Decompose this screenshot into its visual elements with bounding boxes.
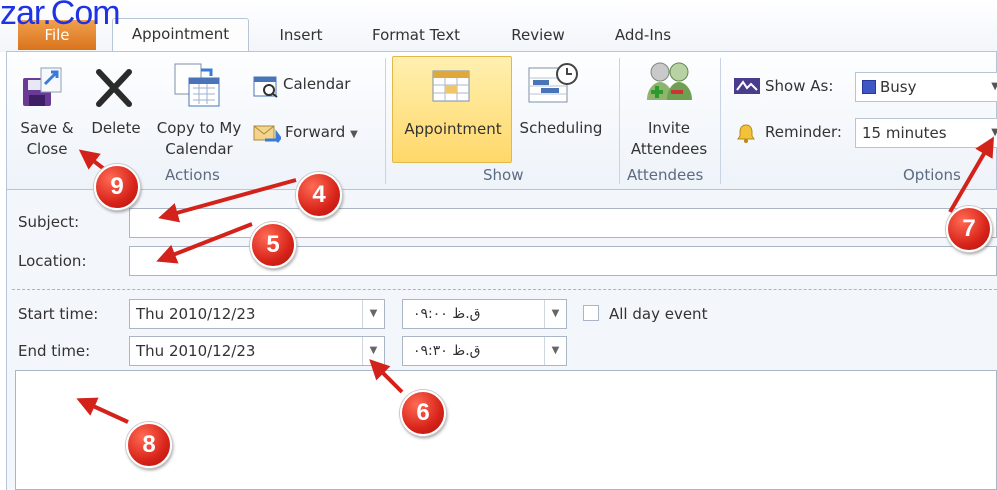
annotation-badge-8: 8: [126, 422, 172, 468]
start-date-value: Thu 2010/12/23: [136, 305, 256, 323]
form-divider: [12, 289, 997, 290]
tab-appointment[interactable]: Appointment: [112, 18, 249, 52]
tab-format-text[interactable]: Format Text: [360, 20, 472, 50]
ribbon-tab-bar: File Appointment Insert Format Text Revi…: [0, 0, 997, 52]
scheduling-button[interactable]: Scheduling: [511, 118, 611, 139]
annotation-badge-9: 9: [94, 164, 140, 210]
show-as-value: Busy: [880, 78, 917, 96]
annotation-badge-4: 4: [296, 172, 342, 218]
annotation-badge-5: 5: [250, 222, 296, 268]
appointment-view-button[interactable]: Appointment: [392, 56, 512, 163]
chevron-down-icon[interactable]: ▼: [544, 337, 566, 365]
watermark-text: zar.Com: [0, 0, 121, 32]
end-time-picker[interactable]: ۰۹:۳۰ ق.ظ ▼: [402, 336, 567, 366]
start-time-value: ۰۹:۰۰ ق.ظ: [413, 306, 481, 322]
show-as-label: Show As:: [765, 77, 834, 95]
save-close-icon: [19, 64, 67, 116]
invite-attendees-button[interactable]: Invite Attendees: [619, 118, 719, 160]
tab-review[interactable]: Review: [500, 20, 576, 50]
group-label-actions: Actions: [165, 166, 220, 184]
invite-attendees-icon: [643, 58, 697, 114]
forward-button[interactable]: Forward ▼: [285, 122, 375, 145]
chevron-down-icon[interactable]: ▼: [362, 300, 384, 328]
annotation-badge-6: 6: [400, 390, 446, 436]
end-date-picker[interactable]: Thu 2010/12/23 ▼: [129, 336, 385, 366]
start-time-picker[interactable]: ۰۹:۰۰ ق.ظ ▼: [402, 299, 567, 329]
chevron-down-icon[interactable]: ▼: [362, 337, 384, 365]
chevron-down-icon: ▼: [991, 81, 997, 92]
chevron-down-icon: ▼: [991, 127, 997, 138]
ribbon: Save & Close Delete Copy to My Calendar …: [6, 51, 997, 190]
appointment-icon: [431, 67, 473, 109]
outlook-appointment-window: { "watermark": "zar.Com", "tabs": {"file…: [0, 0, 997, 490]
start-date-picker[interactable]: Thu 2010/12/23 ▼: [129, 299, 385, 329]
show-as-select[interactable]: Busy ▼: [855, 72, 997, 102]
delete-icon: [91, 64, 137, 114]
group-label-show: Show: [483, 166, 524, 184]
group-label-options: Options: [903, 166, 961, 184]
end-date-value: Thu 2010/12/23: [136, 342, 256, 360]
bell-icon: [735, 122, 757, 148]
end-time-value: ۰۹:۳۰ ق.ظ: [413, 343, 481, 359]
reminder-select[interactable]: 15 minutes ▼: [855, 118, 997, 148]
forward-label: Forward: [285, 123, 346, 141]
reminder-label: Reminder:: [765, 123, 842, 141]
tab-add-ins[interactable]: Add-Ins: [600, 20, 686, 50]
subject-label: Subject:: [18, 213, 80, 231]
location-label: Location:: [18, 252, 87, 270]
calendar-icon: [253, 74, 279, 102]
copy-calendar-icon: [171, 60, 223, 116]
all-day-checkbox[interactable]: [583, 305, 599, 321]
forward-icon: [253, 120, 282, 150]
chevron-down-icon: ▼: [350, 129, 358, 140]
busy-swatch-icon: [862, 80, 876, 94]
group-label-attendees: Attendees: [627, 166, 704, 184]
scheduling-icon: [527, 60, 579, 114]
calendar-button[interactable]: Calendar: [283, 74, 373, 95]
reminder-value: 15 minutes: [862, 124, 947, 142]
save-close-button[interactable]: Save & Close: [11, 118, 83, 160]
tab-insert[interactable]: Insert: [268, 20, 334, 50]
delete-button[interactable]: Delete: [85, 118, 147, 139]
chevron-down-icon[interactable]: ▼: [544, 300, 566, 328]
start-time-label: Start time:: [18, 305, 99, 323]
show-as-icon: [733, 76, 761, 100]
annotation-badge-7: 7: [946, 206, 992, 252]
appointment-view-label: Appointment: [404, 120, 502, 138]
copy-to-calendar-button[interactable]: Copy to My Calendar: [151, 118, 247, 160]
end-time-label: End time:: [18, 342, 91, 360]
ribbon-separator: [385, 58, 386, 184]
ribbon-separator: [720, 58, 721, 184]
all-day-label: All day event: [609, 305, 708, 323]
